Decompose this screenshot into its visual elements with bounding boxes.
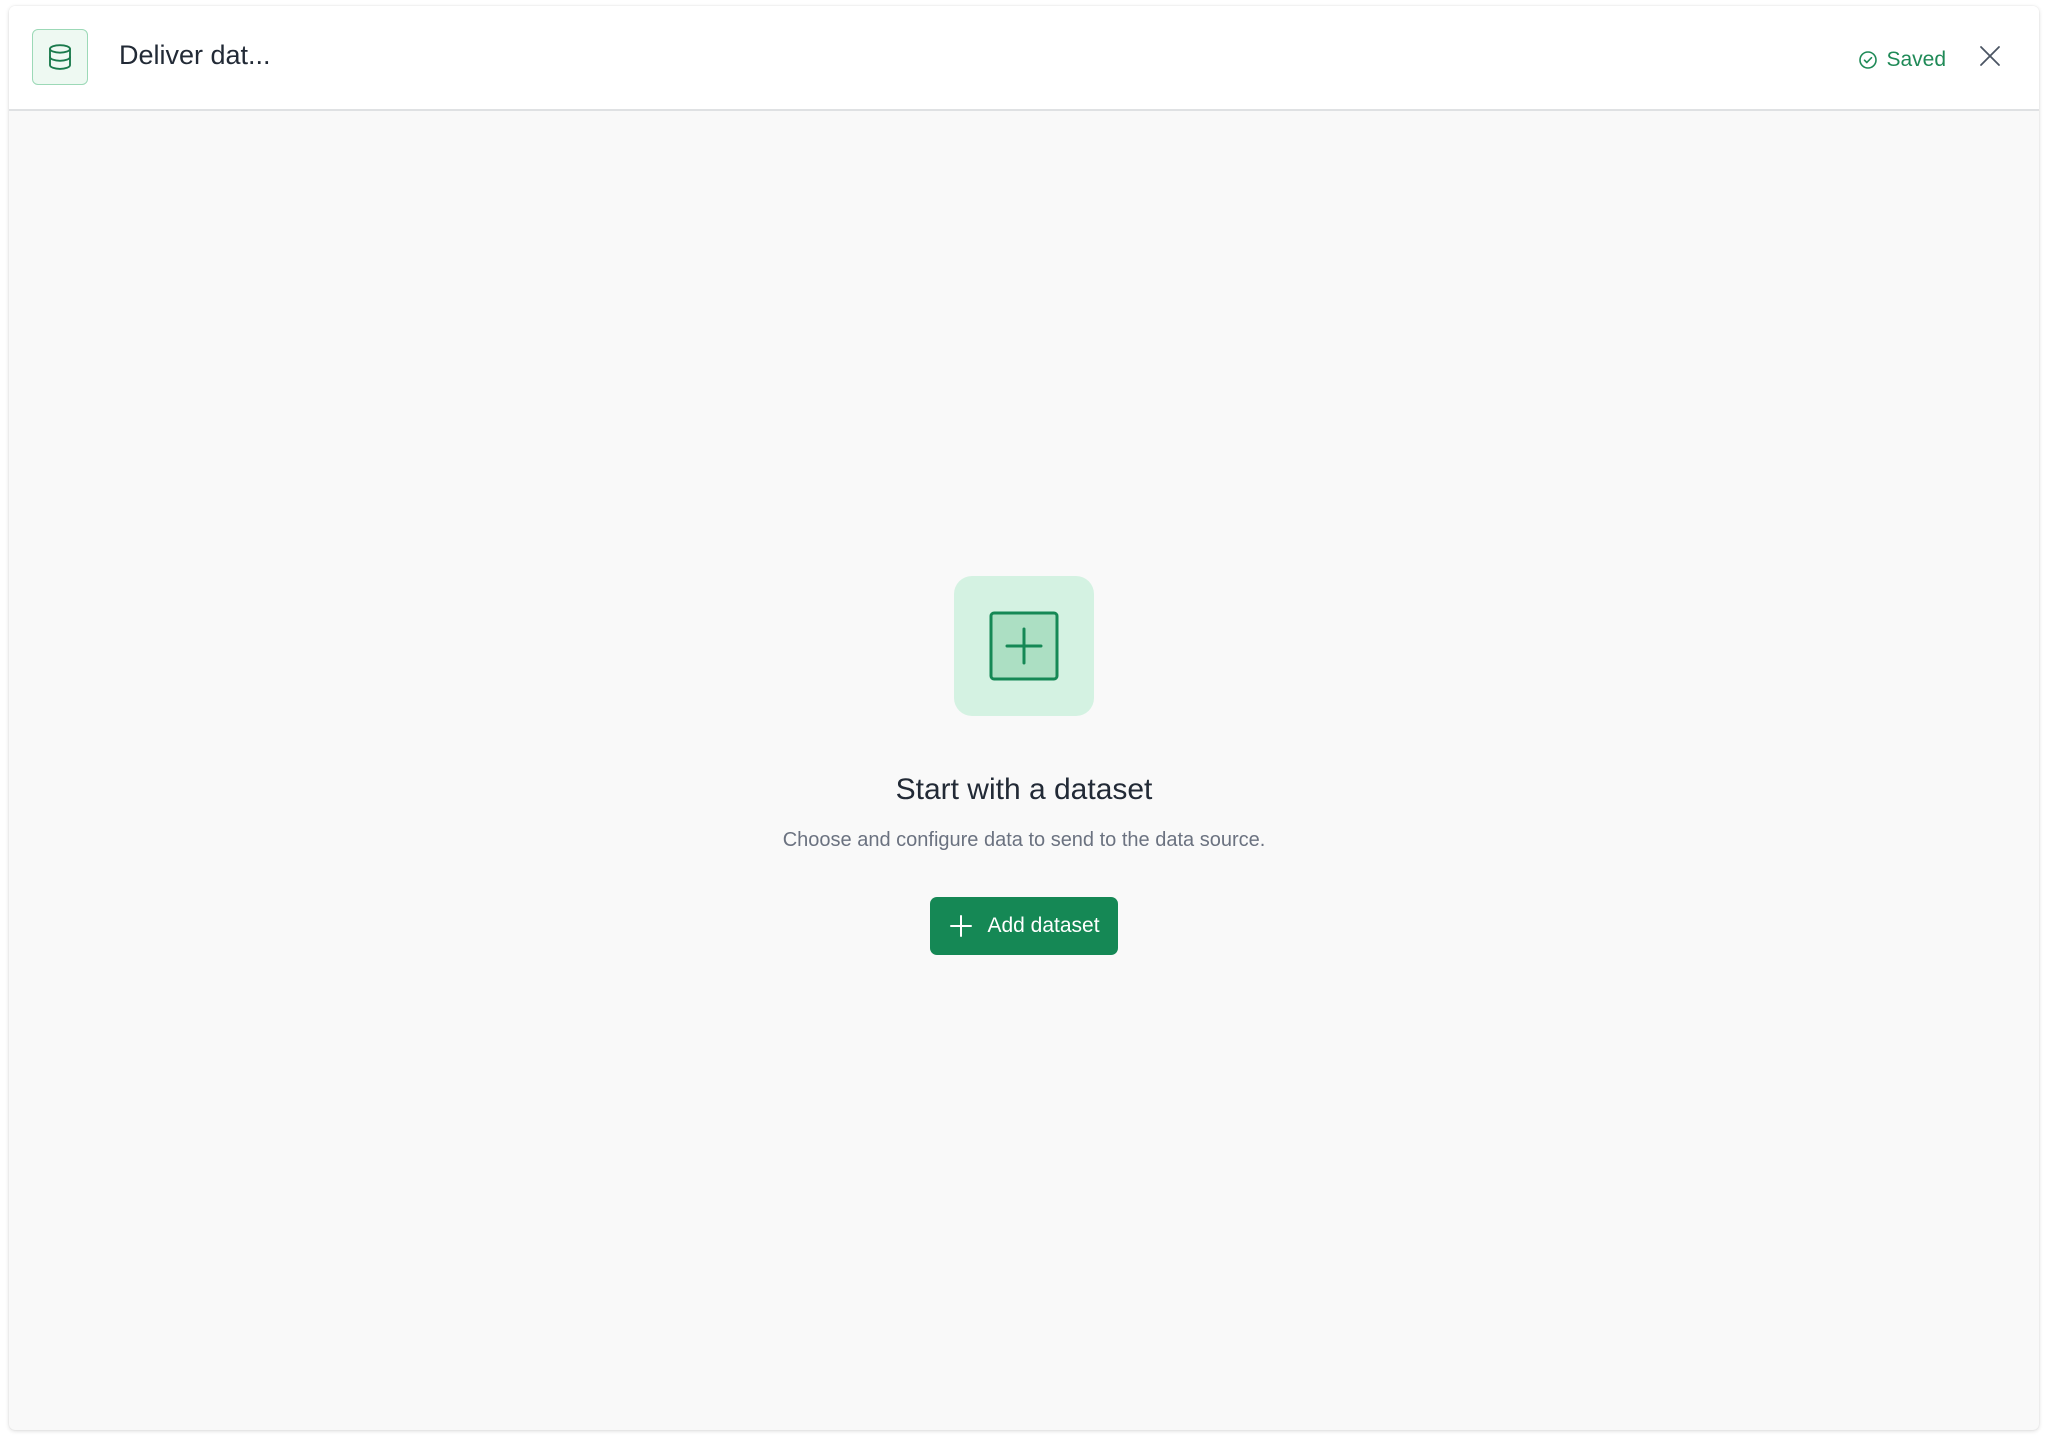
empty-state-description: Choose and configure data to send to the… — [782, 829, 1266, 851]
close-icon — [1979, 45, 2001, 67]
saved-status-label: Saved — [1886, 48, 1946, 71]
database-icon — [32, 29, 88, 85]
saved-status: Saved — [1858, 49, 1946, 70]
close-button[interactable] — [1977, 43, 2003, 69]
page-title: Deliver dat... — [119, 40, 271, 70]
add-dataset-button-label: Add dataset — [987, 914, 1100, 937]
check-circle-icon — [1858, 50, 1878, 70]
modal-header: Deliver dat... Saved — [9, 6, 2039, 111]
plus-square-icon — [954, 576, 1094, 716]
add-dataset-button[interactable]: Add dataset — [930, 897, 1118, 955]
plus-icon — [949, 914, 973, 938]
dataset-modal: Deliver dat... Saved Start with a datase… — [9, 6, 2039, 1430]
empty-state: Start with a dataset Choose and configur… — [9, 576, 2039, 955]
empty-state-title: Start with a dataset — [895, 773, 1153, 806]
